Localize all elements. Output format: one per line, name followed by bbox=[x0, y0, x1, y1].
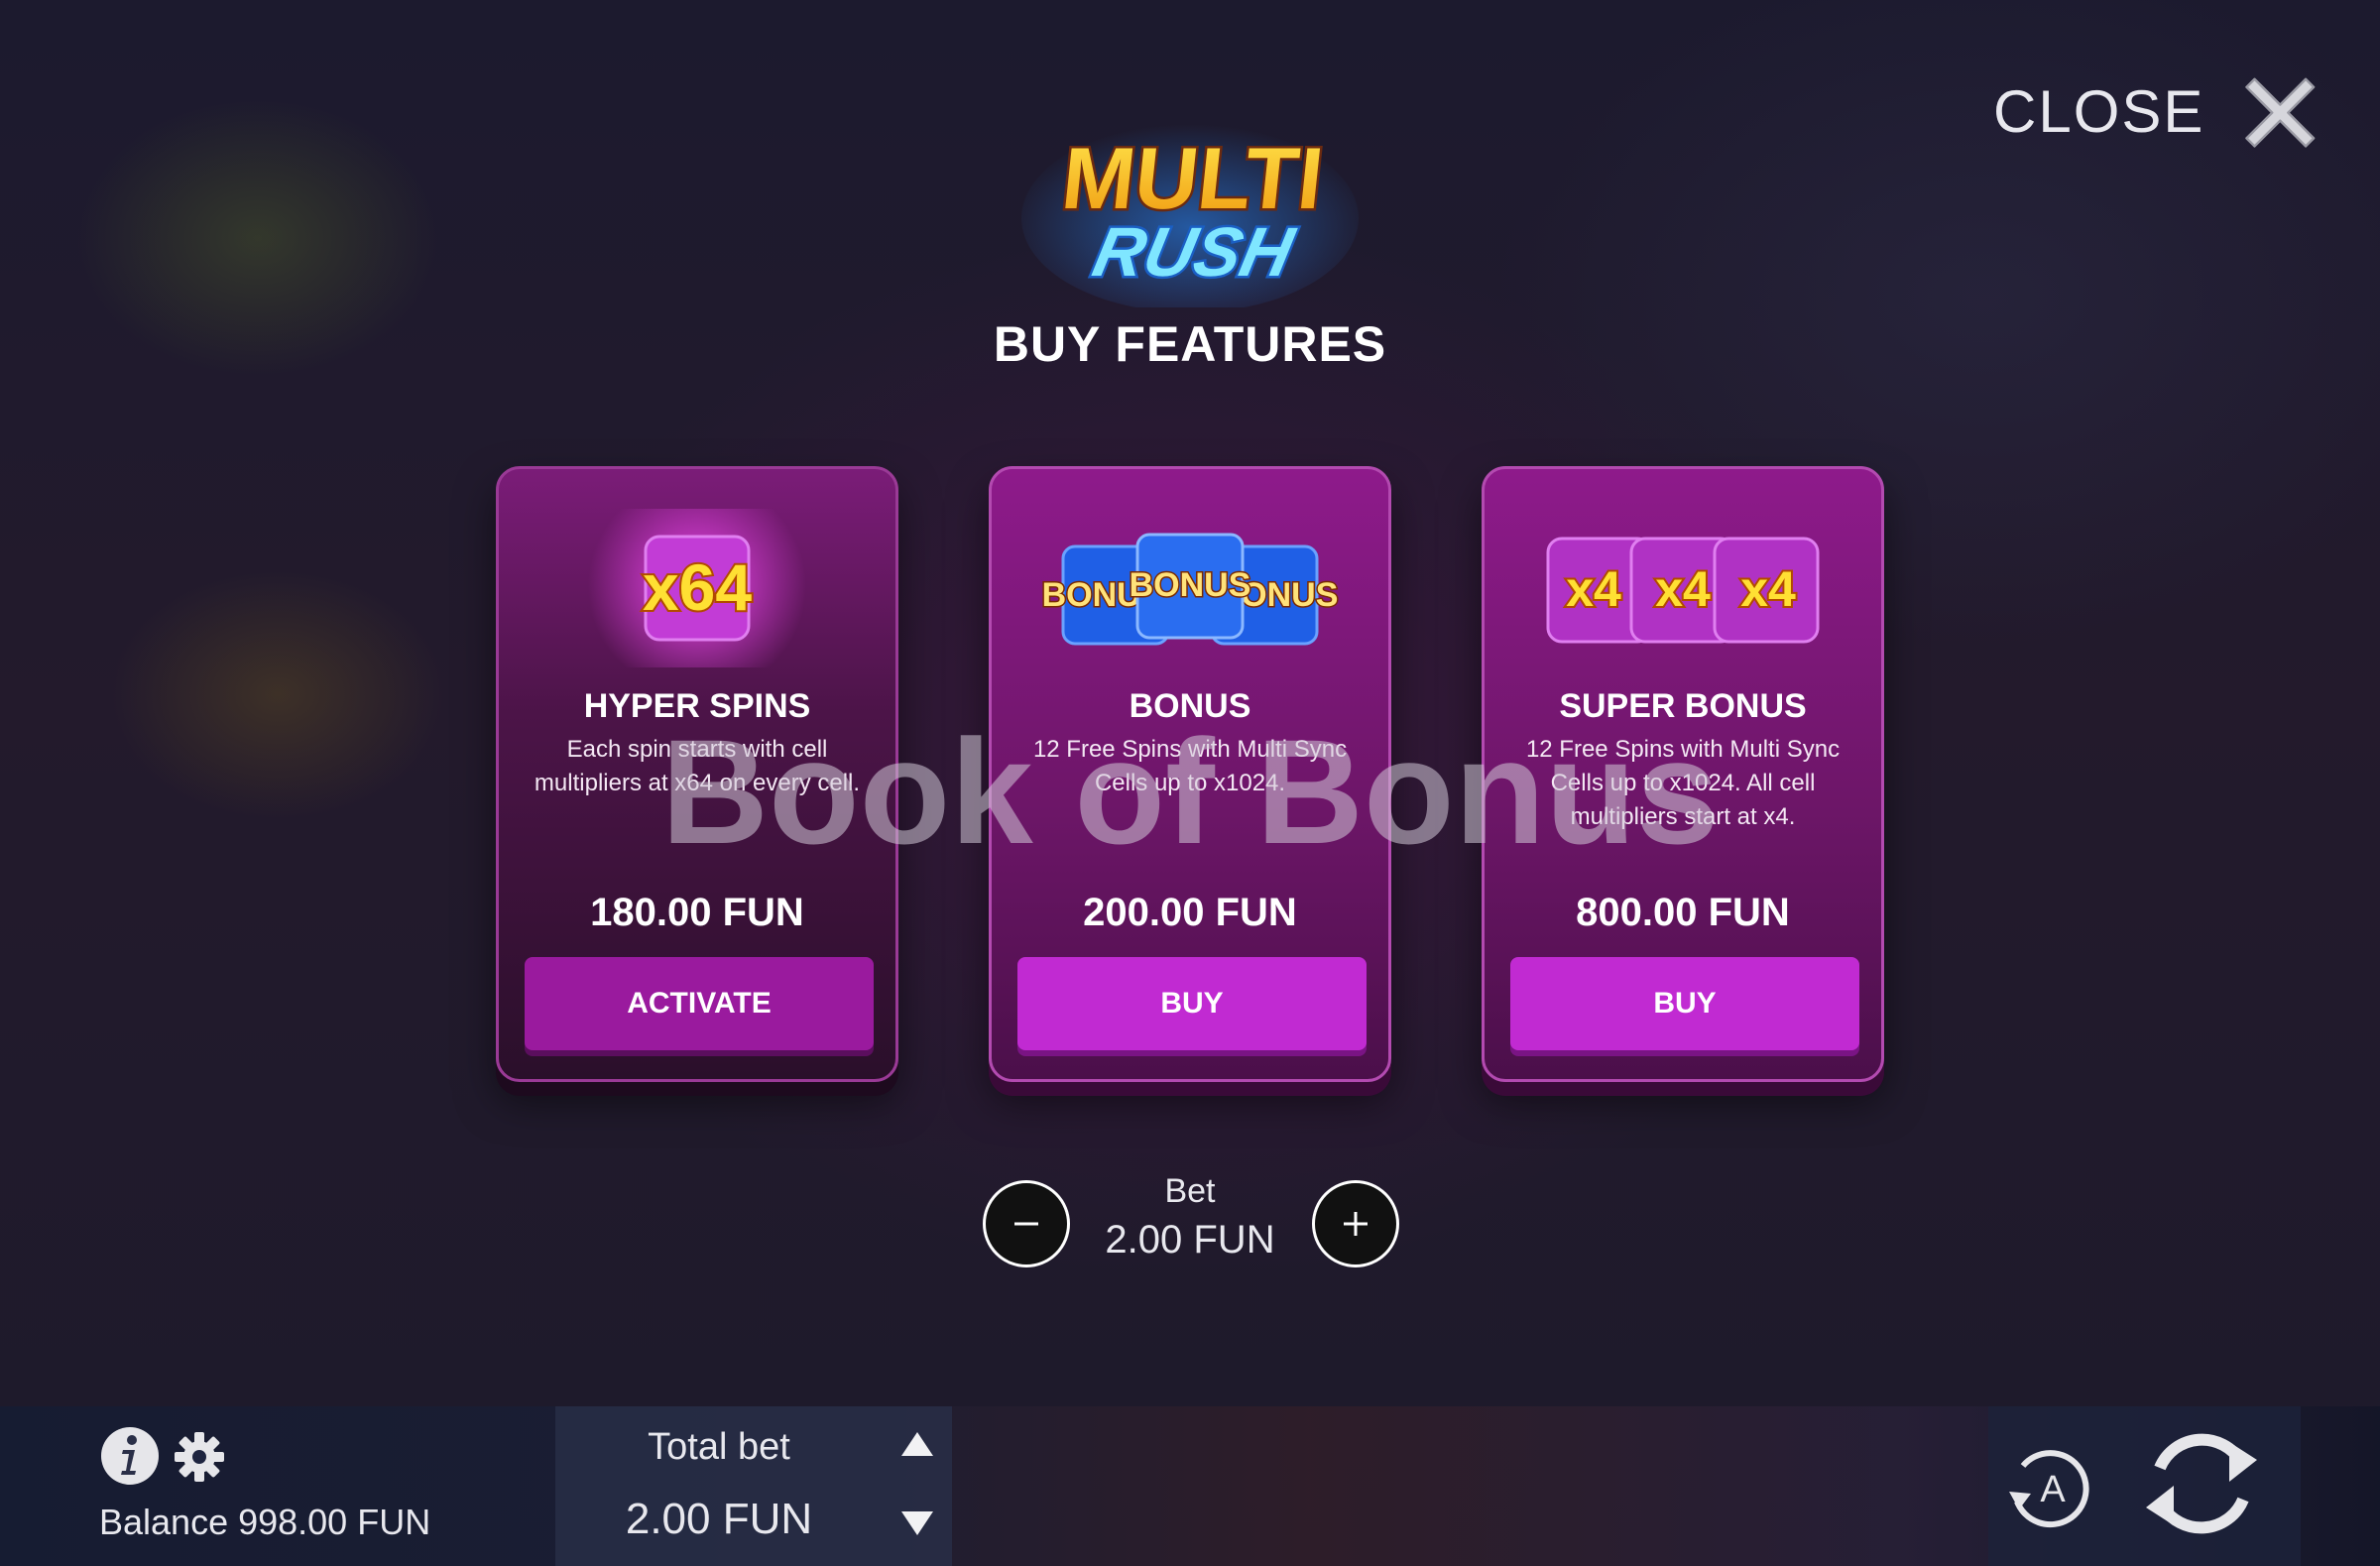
close-icon bbox=[2245, 77, 2316, 148]
x4-multiplier-icons: x4 x4 x4 bbox=[1485, 509, 1881, 667]
close-label: CLOSE bbox=[1993, 77, 2205, 145]
card-title: HYPER SPINS bbox=[583, 687, 811, 725]
feature-card-hyper-spins: x64 HYPER SPINS Each spin starts with ce… bbox=[496, 466, 898, 1082]
svg-text:A: A bbox=[2040, 1469, 2066, 1510]
svg-text:x64: x64 bbox=[643, 550, 752, 624]
feature-card-bonus: BONUS BONUS BONUS BONUS 12 Free Spins wi… bbox=[989, 466, 1391, 1082]
minus-icon bbox=[1014, 1222, 1038, 1226]
feature-card-super-bonus: x4 x4 x4 SUPER BONUS 12 Free Spins with … bbox=[1482, 466, 1884, 1082]
total-bet-label: Total bet bbox=[648, 1426, 790, 1468]
card-description: 12 Free Spins with Multi Sync Cells up t… bbox=[1032, 736, 1348, 796]
info-icon[interactable] bbox=[99, 1425, 161, 1487]
card-description: 12 Free Spins with Multi Sync Cells up t… bbox=[1525, 736, 1841, 830]
card-price: 800.00 FUN bbox=[1576, 891, 1790, 934]
card-title: SUPER BONUS bbox=[1559, 687, 1807, 725]
activate-hyper-spins-button[interactable]: ACTIVATE bbox=[525, 957, 874, 1050]
total-bet-down-button[interactable] bbox=[897, 1506, 937, 1539]
buy-bonus-button[interactable]: BUY bbox=[1017, 957, 1367, 1050]
gear-icon[interactable] bbox=[173, 1430, 226, 1484]
svg-text:x4: x4 bbox=[1566, 561, 1621, 617]
triangle-up-icon bbox=[901, 1432, 933, 1456]
increase-bet-button[interactable] bbox=[1312, 1180, 1399, 1267]
page-title: BUY FEATURES bbox=[993, 316, 1387, 372]
autoplay-icon[interactable]: A bbox=[2001, 1440, 2100, 1535]
x64-multiplier-icon: x64 bbox=[499, 477, 895, 695]
card-description: Each spin starts with cell multipliers a… bbox=[534, 736, 861, 796]
card-price: 200.00 FUN bbox=[1083, 891, 1297, 934]
bonus-symbols-icon: BONUS BONUS BONUS bbox=[992, 509, 1388, 667]
card-title: BONUS bbox=[1129, 687, 1251, 725]
svg-text:BONUS: BONUS bbox=[1130, 566, 1251, 604]
close-button[interactable]: CLOSE bbox=[1993, 52, 2320, 171]
bet-label: Bet bbox=[1164, 1172, 1216, 1210]
plus-icon bbox=[1344, 1212, 1368, 1236]
card-price: 180.00 FUN bbox=[590, 891, 804, 934]
game-logo: MULTI RUSH bbox=[1021, 109, 1359, 312]
svg-text:x4: x4 bbox=[1740, 561, 1796, 617]
buy-super-bonus-button[interactable]: BUY bbox=[1510, 957, 1859, 1050]
triangle-down-icon bbox=[901, 1511, 933, 1535]
total-bet-up-button[interactable] bbox=[897, 1428, 937, 1462]
bet-value: 2.00 FUN bbox=[1105, 1218, 1275, 1262]
balance-readout: Balance 998.00 FUN bbox=[99, 1502, 431, 1542]
total-bet-value: 2.00 FUN bbox=[625, 1495, 813, 1543]
spin-icon[interactable] bbox=[2134, 1420, 2269, 1547]
svg-text:x4: x4 bbox=[1655, 561, 1711, 617]
logo-rush: RUSH bbox=[1087, 213, 1302, 291]
